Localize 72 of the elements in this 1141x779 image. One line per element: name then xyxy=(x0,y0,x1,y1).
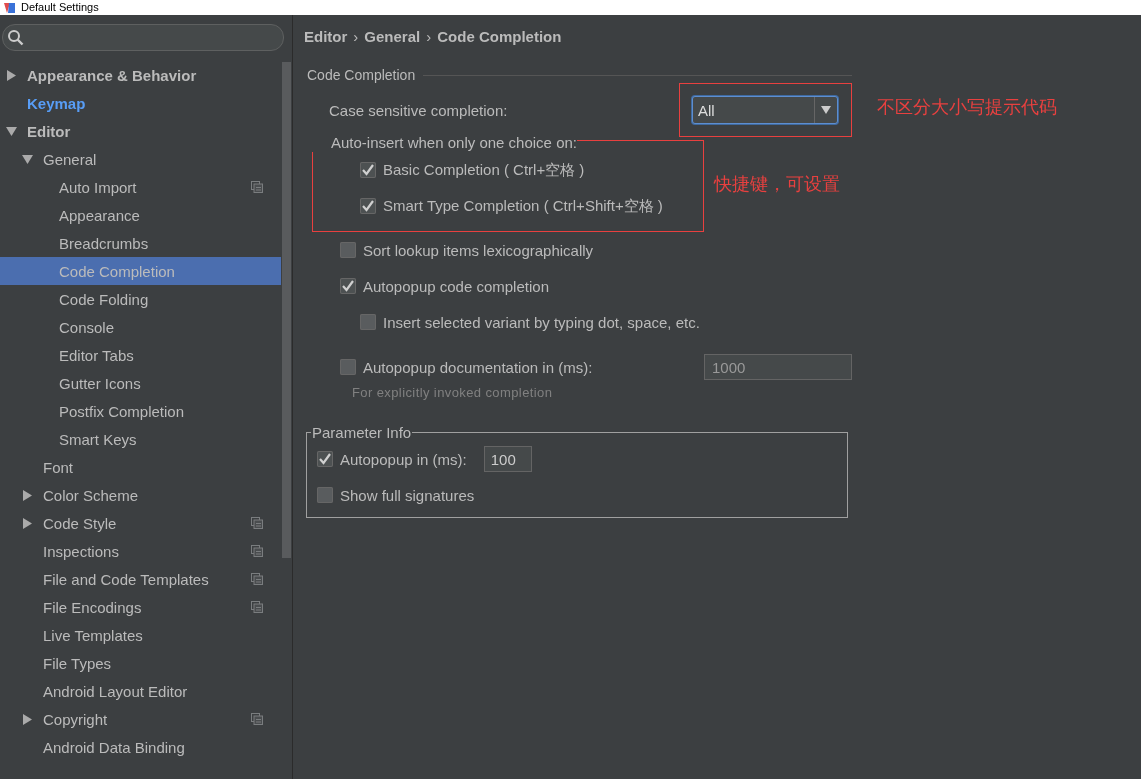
tree-item[interactable]: Console xyxy=(0,313,281,341)
project-icon xyxy=(251,517,263,529)
checkbox-label: Insert selected variant by typing dot, space, etc. xyxy=(383,313,700,331)
checkbox-label: Autopopup documentation in (ms): xyxy=(363,358,594,376)
caret-icon xyxy=(821,106,831,114)
tree-item[interactable]: Gutter Icons xyxy=(0,369,281,397)
collapsed-arrow-icon[interactable] xyxy=(22,713,33,725)
project-icon xyxy=(251,601,263,613)
checkbox[interactable] xyxy=(360,198,376,214)
breadcrumb-item[interactable]: General xyxy=(364,28,421,45)
tree-item[interactable]: Breadcrumbs xyxy=(0,229,281,257)
search-icon xyxy=(7,29,24,46)
tree-item[interactable]: Auto Import xyxy=(0,173,281,201)
tree-item[interactable]: File and Code Templates xyxy=(0,565,281,593)
breadcrumb-item[interactable]: Code Completion xyxy=(437,28,562,45)
project-icon xyxy=(251,573,263,585)
checkbox[interactable] xyxy=(317,451,333,467)
group-title: Parameter Info xyxy=(311,424,413,441)
project-icon xyxy=(251,181,263,193)
collapsed-arrow-icon[interactable] xyxy=(22,489,33,501)
breadcrumb-separator: › xyxy=(426,28,432,45)
tree-item[interactable]: Postfix Completion xyxy=(0,397,281,425)
tree-item[interactable]: Editor Tabs xyxy=(0,341,281,369)
tree-item[interactable]: Smart Keys xyxy=(0,425,281,453)
checkbox-label: Basic Completion ( Ctrl+空格 ) xyxy=(383,160,585,180)
breadcrumb-separator: › xyxy=(353,28,359,45)
collapsed-arrow-icon[interactable] xyxy=(6,69,17,81)
search-field[interactable] xyxy=(2,24,284,51)
project-icon xyxy=(251,545,263,557)
checkbox[interactable] xyxy=(340,359,356,375)
tree-item[interactable]: Android Data Binding xyxy=(0,733,281,761)
group-title: Code Completion xyxy=(307,67,416,83)
app-logo-icon xyxy=(4,2,15,13)
checkbox[interactable] xyxy=(340,242,356,258)
collapsed-arrow-icon[interactable] xyxy=(22,517,33,529)
tree-item[interactable]: Font xyxy=(0,453,281,481)
hint-text: For explicitly invoked completion xyxy=(351,385,554,400)
tree-item[interactable]: Appearance xyxy=(0,201,281,229)
field-label: Case sensitive completion: xyxy=(328,101,509,119)
tree-item[interactable]: Color Scheme xyxy=(0,481,281,509)
tree-item[interactable]: Android Layout Editor xyxy=(0,677,281,705)
annotation-text: 快捷键，可设置 xyxy=(714,173,840,196)
tree-item[interactable]: Code Style xyxy=(0,509,281,537)
tree-item[interactable]: Live Templates xyxy=(0,621,281,649)
tree-item[interactable]: Editor xyxy=(0,117,281,145)
checkbox-label: Autopopup in (ms): xyxy=(340,450,467,468)
checkbox-label: Autopopup code completion xyxy=(363,277,549,295)
tree-item[interactable]: File Encodings xyxy=(0,593,281,621)
group-label: Auto-insert when only one choice on: xyxy=(312,134,577,152)
tree-item[interactable]: Code Folding xyxy=(0,285,281,313)
checkbox-label: Show full signatures xyxy=(340,486,475,504)
tree-item[interactable]: General xyxy=(0,145,281,173)
tree-item[interactable]: Appearance & Behavior xyxy=(0,61,281,89)
tree-item[interactable]: Inspections xyxy=(0,537,281,565)
breadcrumb-item[interactable]: Editor xyxy=(304,28,348,45)
checkbox[interactable] xyxy=(360,314,376,330)
checkbox-label: Smart Type Completion ( Ctrl+Shift+空格 ) xyxy=(383,196,663,216)
input-field[interactable]: 100 xyxy=(483,446,532,472)
expanded-arrow-icon[interactable] xyxy=(6,125,17,137)
dropdown[interactable]: All xyxy=(692,96,838,124)
window-title: Default Settings xyxy=(21,1,99,14)
checkbox[interactable] xyxy=(317,487,333,503)
checkbox[interactable] xyxy=(360,162,376,178)
annotation-text: 不区分大小写提示代码 xyxy=(877,96,1057,119)
tree-item[interactable]: Keymap xyxy=(0,89,281,117)
tree-item[interactable]: Copyright xyxy=(0,705,281,733)
scrollbar[interactable] xyxy=(282,62,291,558)
project-icon xyxy=(251,713,263,725)
checkbox-label: Sort lookup items lexicographically xyxy=(363,241,594,259)
tree-item[interactable]: File Types xyxy=(0,649,281,677)
expanded-arrow-icon[interactable] xyxy=(22,153,33,165)
checkbox[interactable] xyxy=(340,278,356,294)
